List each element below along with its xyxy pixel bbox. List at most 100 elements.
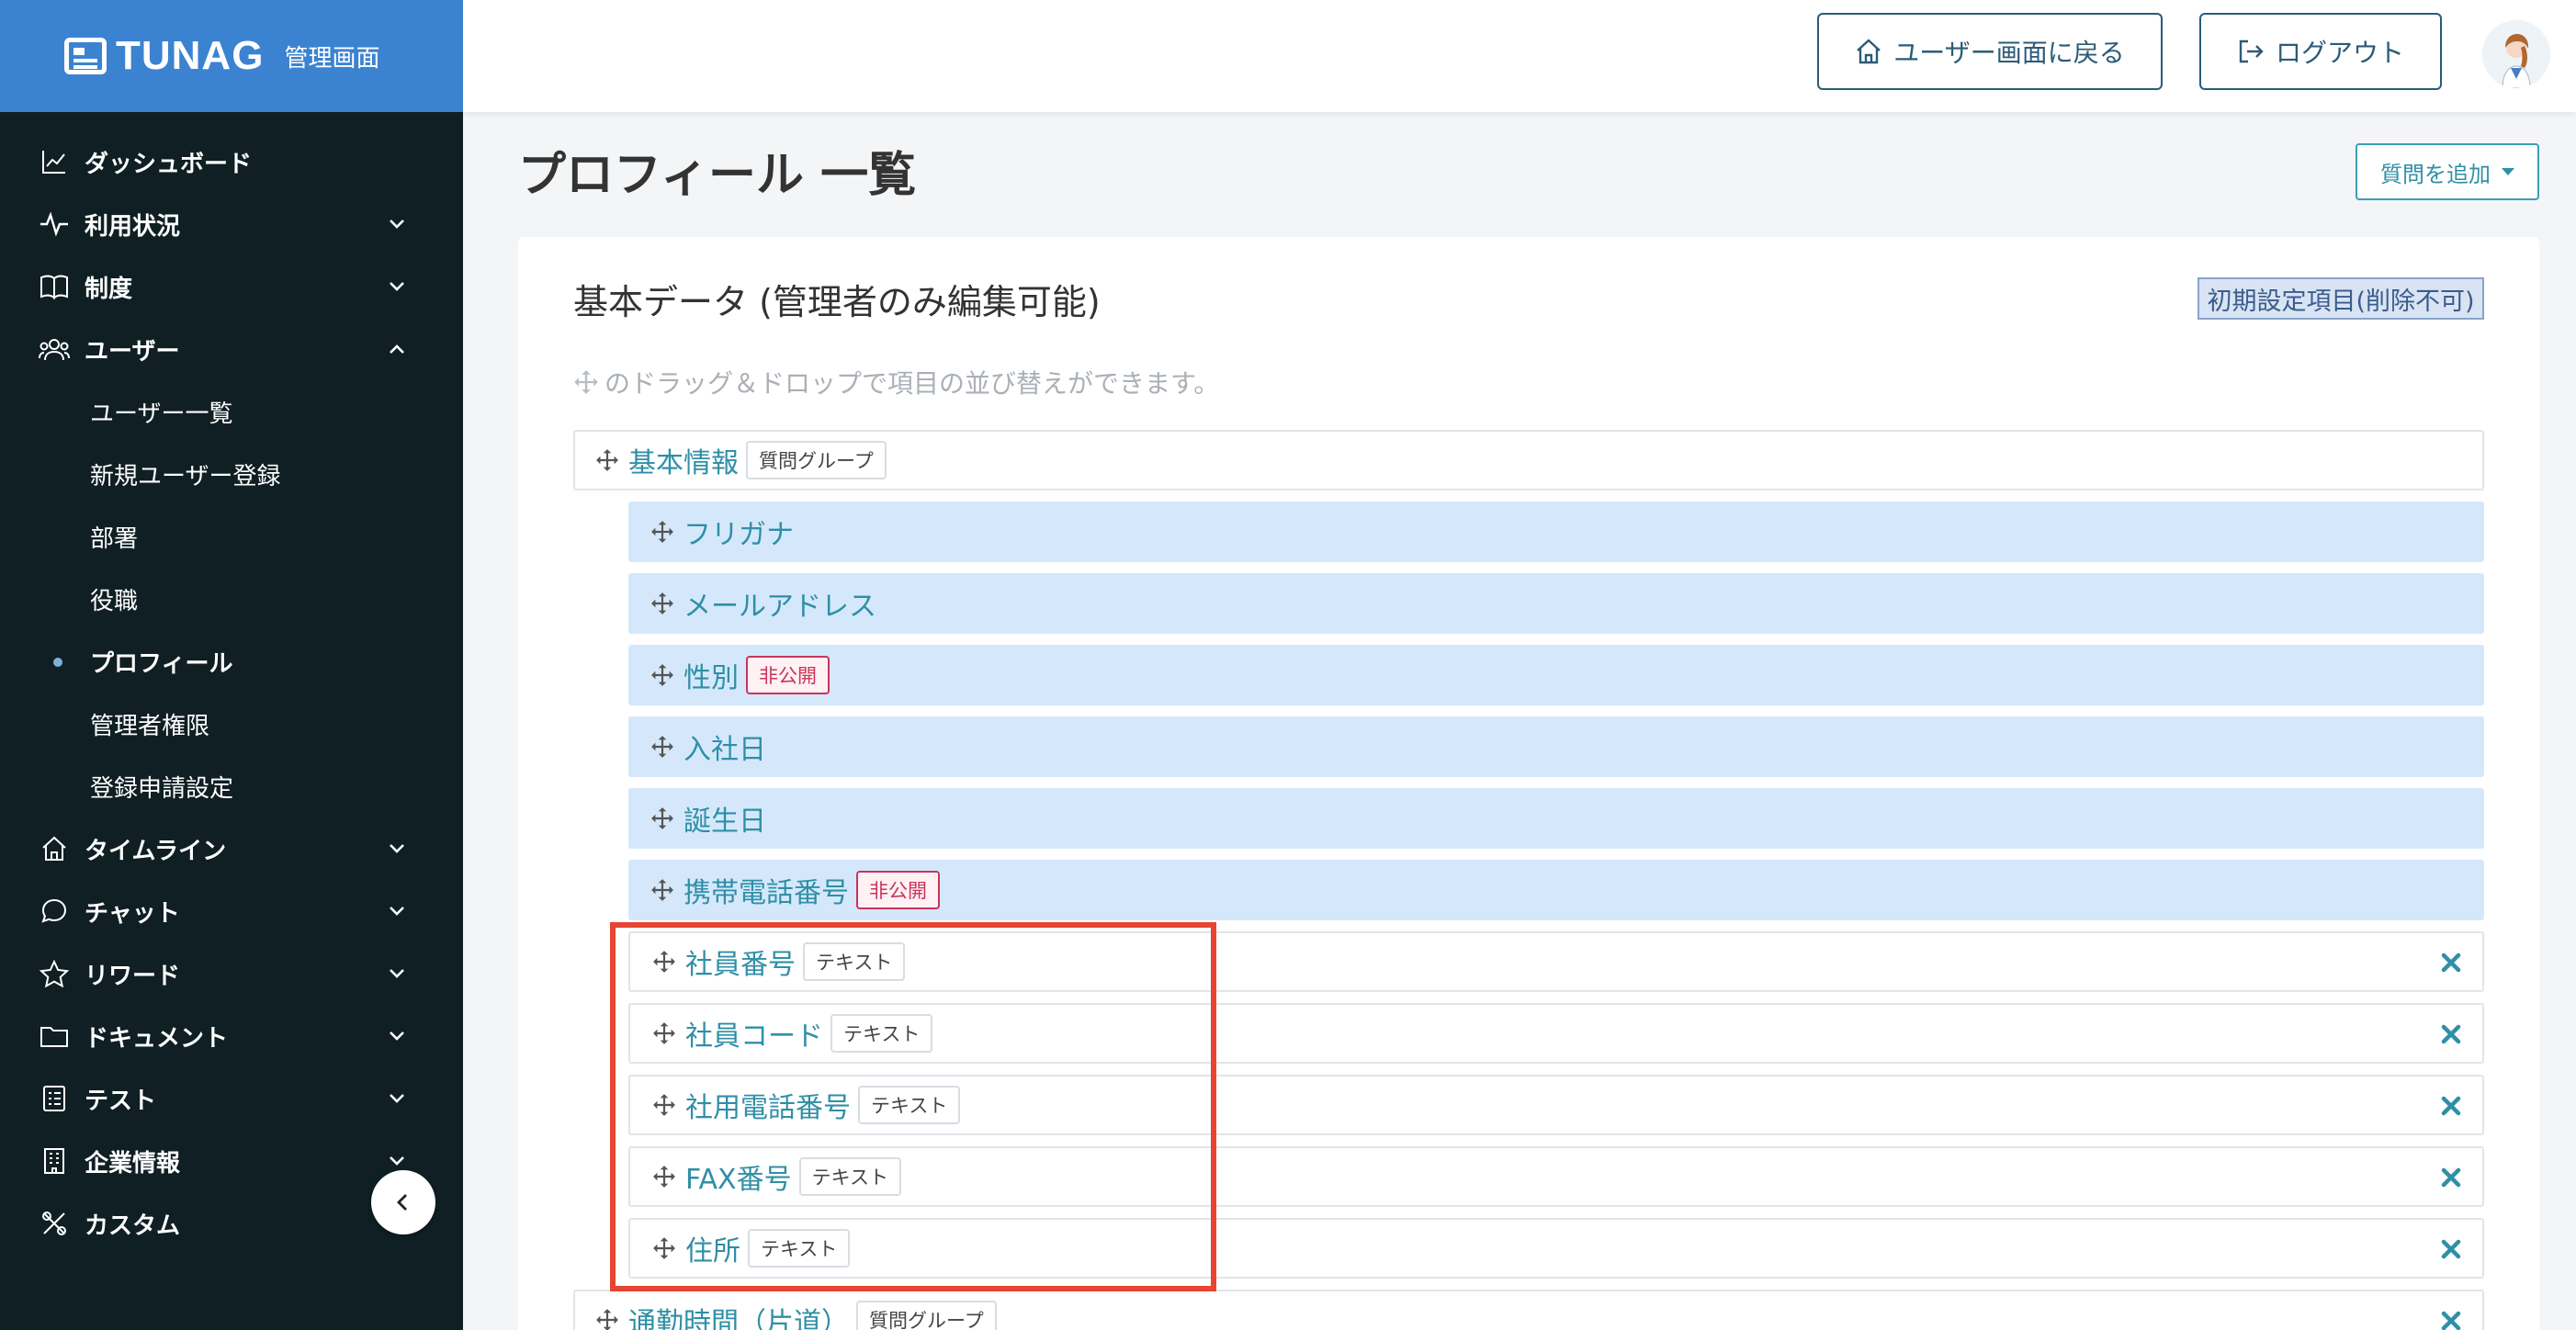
sidebar-subitem-registration-settings[interactable]: 登録申請設定 [0,755,463,817]
profile-item-label[interactable]: メールアドレス [684,583,876,624]
chevron-down-icon [390,844,404,853]
avatar[interactable] [2482,20,2550,88]
profile-item-row[interactable]: 性別 非公開 [628,645,2484,705]
profile-item-row[interactable]: 携帯電話番号 非公開 [628,860,2484,920]
chevron-left-icon [397,1194,407,1211]
sidebar-subitem-label: 役職 [90,587,139,615]
sidebar-subitem-label: 登録申請設定 [90,774,234,803]
move-icon[interactable] [649,590,676,617]
sidebar-item-usage[interactable]: 利用状況 [0,193,463,255]
delete-icon[interactable] [2440,1167,2462,1189]
question-group-row[interactable]: 基本情報 質問グループ [573,430,2484,490]
profile-item-label[interactable]: 誕生日 [684,798,766,839]
move-icon[interactable] [593,1306,621,1330]
profile-item-label[interactable]: 携帯電話番号 [684,870,849,910]
caret-down-icon [2502,168,2514,175]
sidebar: TUNAG 管理画面 ダッシュボード 利用状況 制度 ユーザー ユーザー一覧 新… [0,0,463,1330]
delete-icon[interactable] [2440,1310,2462,1330]
profile-item-row[interactable]: フリガナ [628,502,2484,562]
book-icon [39,271,70,302]
logout-button[interactable]: ログアウト [2199,13,2442,90]
back-to-user-screen-button[interactable]: ユーザー画面に戻る [1817,13,2163,90]
profile-item-row[interactable]: 入社日 [628,716,2484,777]
sidebar-subitem-new-user[interactable]: 新規ユーザー登録 [0,443,463,505]
tunag-logo-icon [64,38,107,74]
question-group-row[interactable]: 通勤時間（片道） 質問グループ [573,1290,2484,1330]
fixed-items-tag[interactable]: 初期設定項目(削除不可) [2198,277,2484,320]
logout-button-label: ログアウト [2275,38,2404,68]
checklist-icon [39,1083,70,1114]
sidebar-collapse-button[interactable] [371,1170,435,1234]
sidebar-subitem-profile[interactable]: プロフィール [0,630,463,693]
delete-icon[interactable] [2440,1238,2462,1260]
active-indicator-dot [53,658,62,667]
profile-item-row[interactable]: 誕生日 [628,788,2484,849]
drag-hint: のドラッグ＆ドロップで項目の並び替えができます。 [573,364,1219,400]
sidebar-item-timeline[interactable]: タイムライン [0,817,463,880]
delete-icon[interactable] [2440,952,2462,974]
question-group-badge: 質問グループ [746,441,887,479]
profile-item-label[interactable]: 性別 [684,655,739,695]
sidebar-subitem-label: プロフィール [90,649,233,678]
chevron-up-icon [390,344,404,354]
sidebar-item-label: 企業情報 [85,1149,181,1178]
question-group-badge: 質問グループ [856,1301,997,1330]
sidebar-subitem-label: 新規ユーザー登録 [90,462,281,490]
top-bar: ユーザー画面に戻る ログアウト [463,0,2576,112]
page-title: プロフィール 一覧 [518,148,917,203]
move-icon[interactable] [649,733,676,761]
activity-icon [39,209,70,240]
delete-icon[interactable] [2440,1023,2462,1045]
users-icon [39,333,70,365]
home-icon [1857,39,1881,64]
sidebar-item-chat[interactable]: チャット [0,880,463,942]
delete-icon[interactable] [2440,1095,2462,1117]
private-badge: 非公開 [746,656,830,694]
sidebar-subitem-position[interactable]: 役職 [0,568,463,630]
logout-icon [2239,39,2264,63]
sidebar-item-label: チャット [85,899,180,928]
profile-item-label[interactable]: フリガナ [684,512,794,552]
sidebar-item-system[interactable]: 制度 [0,255,463,318]
chevron-down-icon [390,969,404,978]
question-group-label[interactable]: 通勤時間（片道） [628,1300,849,1330]
question-group-label[interactable]: 基本情報 [628,440,739,480]
chevron-down-icon [390,220,404,229]
chat-icon [39,896,70,927]
add-question-button[interactable]: 質問を追加 [2356,143,2539,200]
folder-icon [39,1020,70,1052]
sidebar-item-document[interactable]: ドキュメント [0,1005,463,1067]
sidebar-item-reward[interactable]: リワード [0,942,463,1005]
chevron-down-icon [390,1031,404,1041]
sidebar-item-dashboard[interactable]: ダッシュボード [0,130,463,193]
chart-line-icon [39,146,70,177]
drag-hint-text: のドラッグ＆ドロップで項目の並び替えができます。 [604,368,1220,399]
sidebar-item-label: カスタム [85,1212,181,1240]
profile-item-row[interactable]: メールアドレス [628,573,2484,634]
chevron-down-icon [390,1156,404,1166]
sidebar-item-label: テスト [85,1087,157,1115]
sidebar-item-label: ダッシュボード [85,150,253,178]
sidebar-item-label: リワード [85,962,181,990]
move-icon[interactable] [593,446,621,474]
brand[interactable]: TUNAG 管理画面 [0,0,463,112]
sidebar-subitem-department[interactable]: 部署 [0,505,463,568]
move-icon[interactable] [649,876,676,904]
chevron-down-icon [390,1094,404,1103]
card-title: 基本データ (管理者のみ編集可能) [573,282,1101,322]
sidebar-subitem-label: 部署 [90,524,139,553]
brand-logo-text: TUNAG [116,33,265,78]
sidebar-subitem-user-list[interactable]: ユーザー一覧 [0,380,463,443]
move-icon[interactable] [649,805,676,832]
sidebar-subitem-admin-permission[interactable]: 管理者権限 [0,693,463,755]
sidebar-item-users[interactable]: ユーザー [0,318,463,380]
back-button-label: ユーザー画面に戻る [1893,38,2125,68]
sidebar-item-label: タイムライン [85,837,227,865]
building-icon [39,1145,70,1177]
tools-icon [39,1208,70,1239]
sidebar-item-test[interactable]: テスト [0,1067,463,1130]
move-icon[interactable] [649,518,676,546]
sidebar-item-label: ユーザー [85,337,180,366]
profile-item-label[interactable]: 入社日 [684,727,766,767]
move-icon[interactable] [649,661,676,689]
